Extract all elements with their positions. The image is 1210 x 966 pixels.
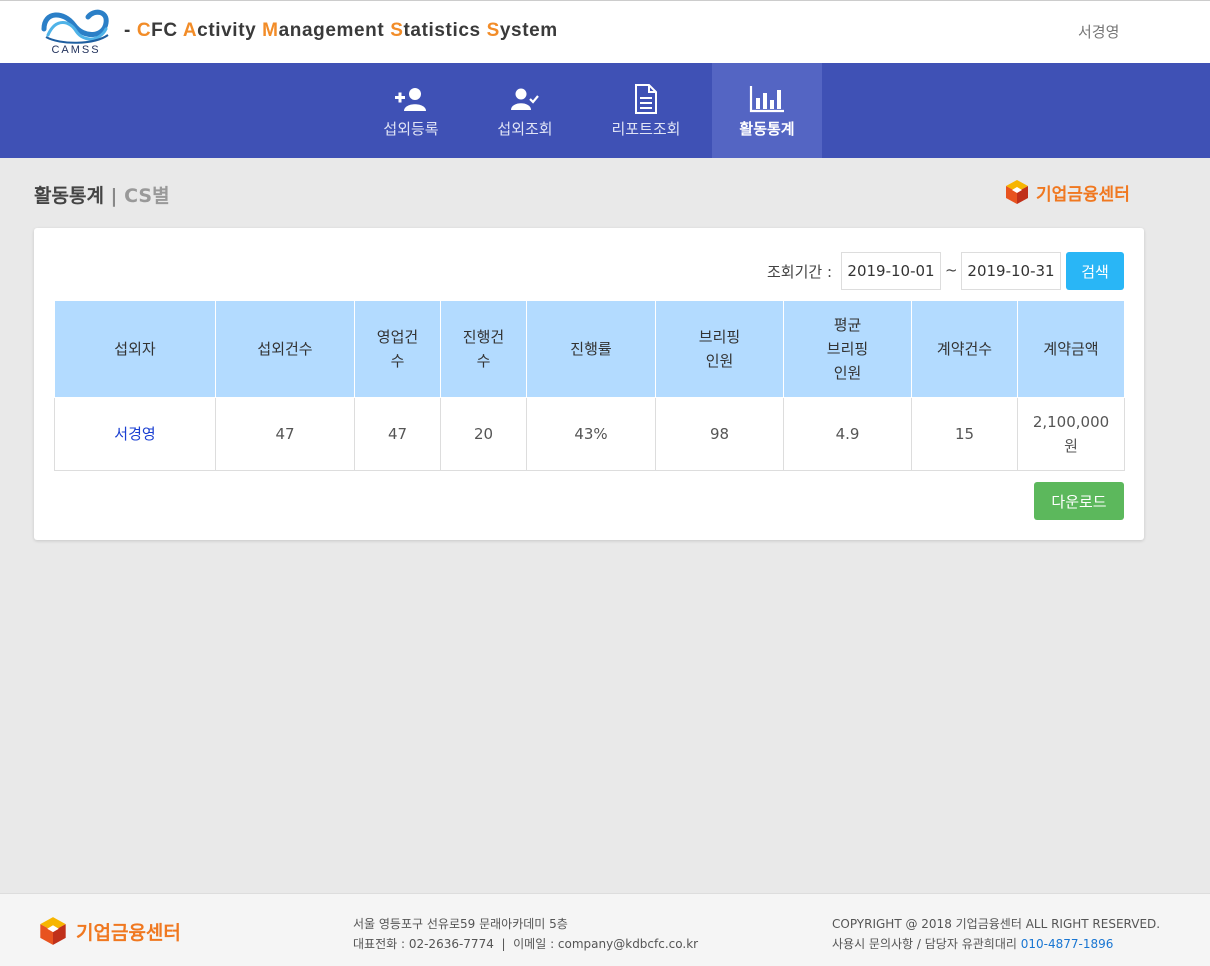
table-cell: 98: [655, 397, 784, 471]
column-header: 브리핑 인원: [655, 300, 784, 398]
table-cell: 2,100,000 원: [1017, 397, 1125, 471]
table-row: 서경영 47 47 20 43% 98 4.9 15 2,100,000 원: [54, 397, 1125, 471]
column-header: 섭외자: [54, 300, 216, 398]
footer-inquiry: 사용시 문의사항 / 담당자 유관희대리 010-4877-1896: [832, 934, 1160, 954]
table-cell: 47: [354, 397, 441, 471]
user-plus-icon: [395, 84, 427, 114]
title-text: anagement: [278, 20, 391, 41]
table-header-row: 섭외자 섭외건수 영업건 수 진행건 수 진행률 브리핑 인원 평균 브리핑 인원 계약건수 계…: [54, 300, 1125, 398]
column-header: 진행건 수: [440, 300, 527, 398]
user-check-icon: [511, 84, 539, 114]
footer: 기업금융센터 서울 영등포구 선유로59 문래아카데미 5층 대표전화 : 02…: [0, 893, 1210, 966]
title-text: FC: [151, 20, 183, 41]
footer-brand-name: 기업금융센터: [76, 921, 181, 944]
end-date-input[interactable]: [961, 252, 1061, 290]
page-title-main: 활동통계: [34, 185, 104, 207]
title-text: ctivity: [197, 20, 263, 41]
footer-address-block: 서울 영등포구 선유로59 문래아카데미 5층 대표전화 : 02-2636-7…: [353, 914, 698, 954]
title-text: ystem: [499, 20, 558, 41]
column-header: 계약건수: [911, 300, 1018, 398]
nav-label: 리포트조회: [611, 120, 681, 138]
footer-contact: 대표전화 : 02-2636-7774 | 이메일 : company@kdbc…: [353, 937, 699, 951]
footer-inquiry-text: 사용시 문의사항 / 담당자 유관희대리: [832, 937, 1021, 951]
table-body: 서경영 47 47 20 43% 98 4.9 15 2,100,000 원: [54, 397, 1125, 471]
table-cell: 43%: [526, 397, 656, 471]
footer-copyright-block: COPYRIGHT @ 2018 기업금융센터 ALL RIGHT RESERV…: [832, 914, 1160, 954]
column-header: 진행률: [526, 300, 656, 398]
nav-label: 섭외등록: [383, 120, 439, 138]
main-nav: 섭외등록 섭외조회 리포트조회 활동통계: [0, 63, 1210, 158]
table-cell: 20: [440, 397, 527, 471]
search-button[interactable]: 검색: [1066, 252, 1124, 290]
title-initial: S: [486, 20, 500, 41]
title-initial: A: [182, 20, 198, 41]
document-icon: [634, 84, 658, 114]
nav-label: 활동통계: [739, 120, 795, 138]
title-text: tatistics: [403, 20, 487, 41]
app-title: - CFC Activity Management Statistics Sys…: [124, 20, 558, 42]
page-subtitle: CS별: [124, 185, 170, 207]
stats-card: 조회기간 : ~ 검색 섭외자섭외건수영업건 수진행건 수진행률브리핑 인원평균…: [34, 228, 1144, 540]
page-title: 활동통계 | CS별: [34, 181, 170, 208]
column-header: 영업건 수: [354, 300, 441, 398]
nav-item-statistics[interactable]: 활동통계: [712, 63, 822, 158]
nav-item-register[interactable]: 섭외등록: [362, 63, 460, 158]
footer-brand: 기업금융센터: [38, 916, 181, 946]
cube-logo-icon: [40, 917, 66, 945]
cube-logo-icon: [1006, 180, 1028, 204]
nav-item-search[interactable]: 섭외조회: [480, 63, 570, 158]
footer-copyright: COPYRIGHT @ 2018 기업금융센터 ALL RIGHT RESERV…: [832, 917, 1161, 931]
title-text: -: [124, 20, 137, 41]
stats-table: 섭외자 섭외건수 영업건 수 진행건 수 진행률 브리핑 인원 평균 브리핑 인원 계약건수 계…: [54, 300, 1125, 471]
start-date-input[interactable]: [841, 252, 941, 290]
date-range-tilde: ~: [945, 261, 958, 279]
camss-logo: CAMSS: [41, 9, 109, 56]
bar-chart-icon: [749, 84, 785, 114]
footer-phone-link[interactable]: 010-4877-1896: [1021, 937, 1114, 951]
table-cell: 47: [215, 397, 355, 471]
brand-logo-top: 기업금융센터: [1004, 179, 1130, 205]
brand-name: 기업금융센터: [1036, 184, 1130, 205]
footer-address: 서울 영등포구 선유로59 문래아카데미 5층: [353, 917, 568, 931]
title-initial: C: [136, 20, 152, 41]
logo-text: CAMSS: [51, 44, 100, 56]
table-cell: 15: [911, 397, 1018, 471]
download-button[interactable]: 다운로드: [1034, 482, 1124, 520]
column-header: 계약금액: [1017, 300, 1125, 398]
period-label: 조회기간 :: [767, 263, 833, 281]
nav-label: 섭외조회: [497, 120, 553, 138]
title-separator: |: [110, 185, 118, 207]
column-header: 섭외건수: [215, 300, 355, 398]
top-header: CAMSS - CFC Activity Management Statisti…: [0, 0, 1210, 63]
user-name[interactable]: 서경영: [1078, 21, 1119, 42]
contact-person-link[interactable]: 서경영: [54, 397, 216, 471]
column-header: 평균 브리핑 인원: [783, 300, 912, 398]
table-cell: 4.9: [783, 397, 912, 471]
title-initial: M: [262, 20, 279, 41]
nav-item-report[interactable]: 리포트조회: [594, 63, 698, 158]
title-initial: S: [390, 20, 404, 41]
